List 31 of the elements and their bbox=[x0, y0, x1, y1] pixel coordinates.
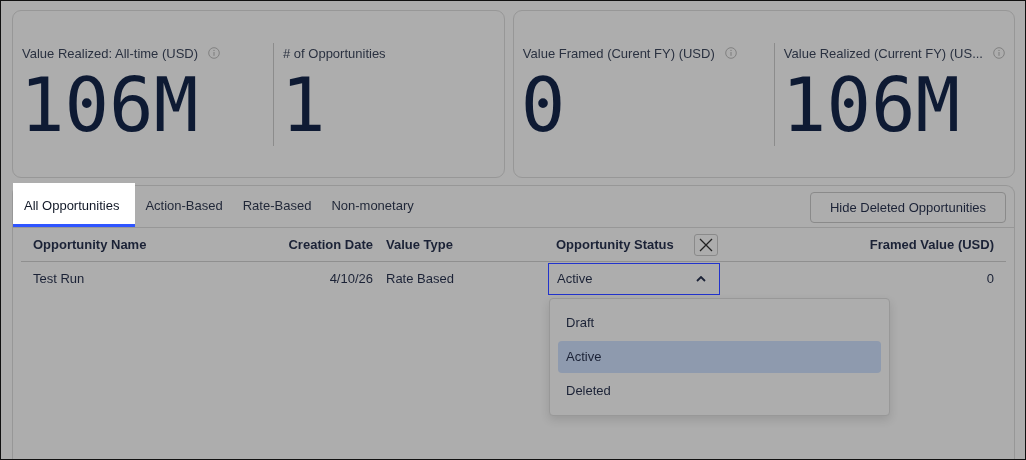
metric-value: 0 bbox=[520, 65, 567, 145]
metric-label: Value Realized: All-time (USD) bbox=[22, 45, 199, 61]
hide-deleted-button[interactable]: Hide Deleted Opportunities bbox=[809, 192, 1006, 223]
table-cell: 0 bbox=[986, 271, 994, 286]
metric-value: 1 bbox=[281, 65, 327, 145]
metric-label: Value Realized (Current FY) (US... bbox=[783, 45, 983, 61]
info-icon[interactable] bbox=[993, 47, 1005, 59]
column-header: Opportunity Status bbox=[556, 237, 674, 252]
close-button[interactable] bbox=[693, 233, 718, 256]
column-header: Framed Value (USD) bbox=[869, 237, 994, 252]
column-header: Value Type bbox=[386, 237, 453, 252]
metric-label: # of Opportunities bbox=[283, 45, 386, 61]
tab[interactable]: Rate-Based bbox=[232, 183, 322, 227]
status-dropdown[interactable]: Active bbox=[548, 262, 720, 295]
column-header: Opportunity Name bbox=[33, 237, 147, 252]
info-icon[interactable] bbox=[208, 47, 221, 59]
tab[interactable]: All Opportunities bbox=[13, 183, 136, 227]
table-cell: Test Run bbox=[33, 271, 85, 286]
tab[interactable]: Non-monetary bbox=[321, 183, 424, 227]
dropdown-option[interactable]: Draft bbox=[558, 306, 881, 339]
dropdown-option[interactable]: Active bbox=[558, 340, 881, 373]
metric-label: Value Framed (Curent FY) (USD) bbox=[522, 45, 715, 61]
table-cell: Rate Based bbox=[386, 271, 454, 286]
column-header: Creation Date bbox=[288, 237, 373, 252]
info-icon[interactable] bbox=[724, 47, 737, 59]
metric-value: 106M bbox=[20, 65, 200, 145]
tab[interactable]: Action-Based bbox=[135, 183, 233, 227]
table-cell: 4/10/26 bbox=[329, 271, 373, 286]
dropdown-option[interactable]: Deleted bbox=[558, 374, 881, 407]
caret-icon bbox=[696, 275, 706, 282]
metric-value: 106M bbox=[781, 65, 962, 145]
